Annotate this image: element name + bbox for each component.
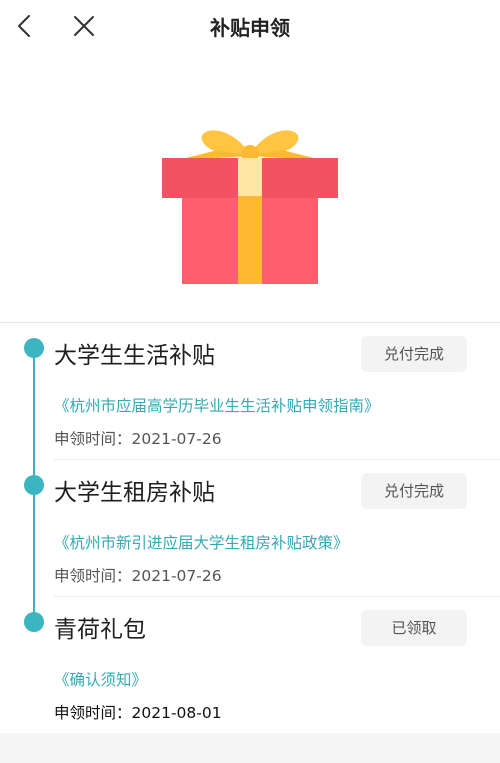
policy-link[interactable]: 《确认须知》	[54, 668, 147, 690]
gift-banner	[0, 56, 500, 322]
apply-time: 申领时间：2021-07-26	[54, 567, 222, 585]
timeline-dot	[24, 612, 44, 632]
item-divider	[54, 459, 500, 460]
timeline-dot	[24, 338, 44, 358]
subsidy-item: 大学生租房补贴 兑付完成 《杭州市新引进应届大学生租房补贴政策》 申领时间：20…	[0, 469, 500, 597]
apply-time: 申领时间：2021-07-26	[54, 430, 222, 448]
close-icon[interactable]	[70, 12, 98, 40]
policy-link[interactable]: 《杭州市新引进应届大学生租房补贴政策》	[54, 531, 349, 553]
top-navigation-bar: 补贴申领	[0, 0, 500, 56]
subsidy-title: 大学生租房补贴	[54, 480, 215, 506]
item-divider	[54, 596, 500, 597]
timeline-dot	[24, 475, 44, 495]
bottom-spacer	[0, 733, 500, 763]
chevron-left-icon[interactable]	[12, 12, 40, 40]
status-button[interactable]: 兑付完成	[361, 336, 467, 372]
subsidy-item: 大学生生活补贴 兑付完成 《杭州市应届高学历毕业生生活补贴申领指南》 申领时间：…	[0, 332, 500, 460]
policy-link[interactable]: 《杭州市应届高学历毕业生生活补贴申领指南》	[54, 394, 380, 416]
subsidy-title: 青荷礼包	[54, 617, 146, 643]
status-button[interactable]: 兑付完成	[361, 473, 467, 509]
apply-time: 申领时间：2021-08-01	[54, 704, 222, 722]
gift-icon	[162, 130, 338, 284]
status-button[interactable]: 已领取	[361, 610, 467, 646]
subsidy-item: 青荷礼包 已领取 《确认须知》 申领时间：2021-08-01	[0, 606, 500, 726]
subsidy-title: 大学生生活补贴	[54, 343, 215, 369]
section-divider	[0, 322, 500, 323]
